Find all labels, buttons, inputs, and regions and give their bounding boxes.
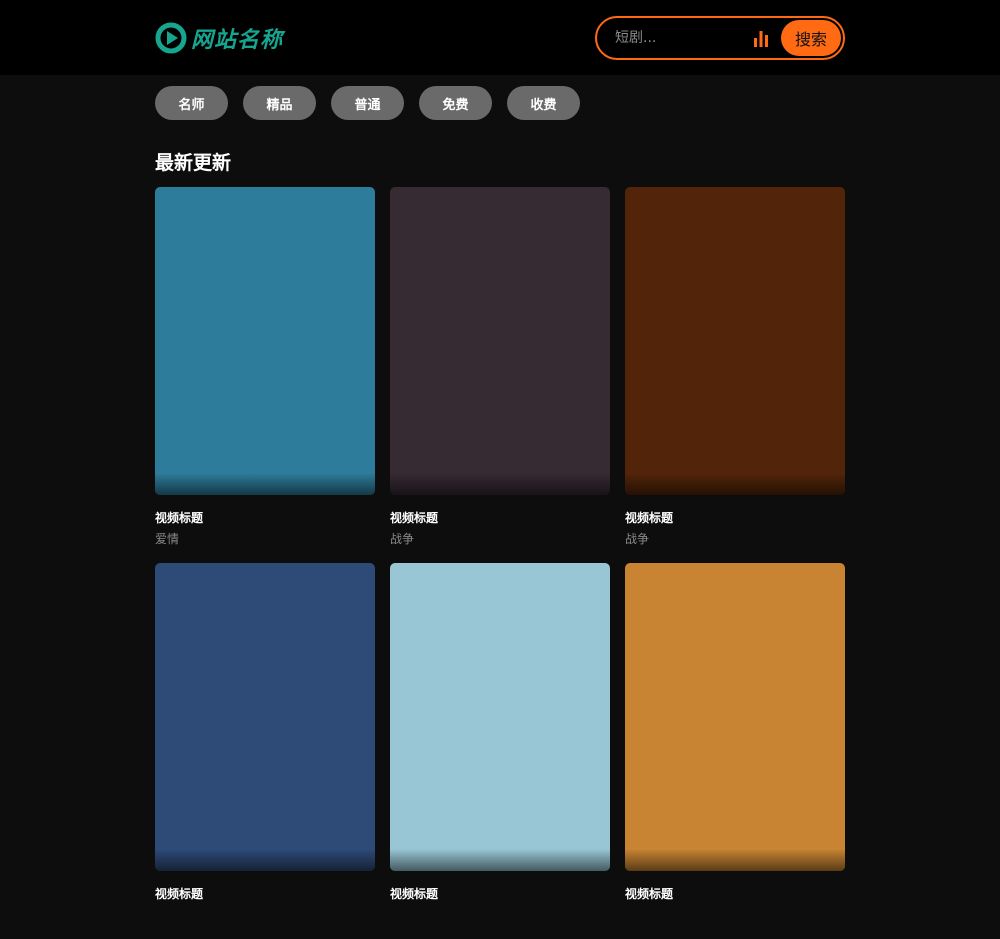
video-genre [390, 907, 610, 923]
search-button[interactable]: 搜索 [781, 20, 841, 56]
video-title[interactable]: 视频标题 [155, 886, 375, 902]
section-title: 最新更新 [155, 152, 232, 174]
tag-mianfei[interactable]: 免费 [419, 86, 492, 120]
tag-mingshi[interactable]: 名师 [155, 86, 228, 120]
site-name: 网站名称 [191, 28, 284, 53]
video-poster[interactable] [625, 187, 845, 495]
video-title[interactable]: 视频标题 [390, 510, 610, 526]
video-card[interactable]: 视频标题 爱情 [155, 187, 375, 563]
video-poster[interactable] [155, 187, 375, 495]
video-card[interactable]: 视频标题 战争 [390, 187, 610, 563]
video-poster[interactable] [625, 563, 845, 871]
video-title[interactable]: 视频标题 [625, 886, 845, 902]
video-grid: 视频标题 爱情 视频标题 战争 视频标题 战争 视频标题 视频标题 视频标题 [155, 187, 845, 939]
search-input[interactable] [615, 28, 745, 48]
video-title[interactable]: 视频标题 [390, 886, 610, 902]
tag-shoufei[interactable]: 收费 [507, 86, 580, 120]
search-box: 搜索 [595, 16, 845, 60]
video-genre [155, 907, 375, 923]
video-poster[interactable] [390, 187, 610, 495]
video-genre: 战争 [390, 532, 415, 546]
video-card[interactable]: 视频标题 [390, 563, 610, 939]
video-genre: 爱情 [155, 532, 180, 546]
video-card[interactable]: 视频标题 [155, 563, 375, 939]
play-logo-icon [155, 22, 187, 54]
video-genre [625, 907, 845, 923]
video-card[interactable]: 视频标题 战争 [625, 187, 845, 563]
bar-chart-icon[interactable] [753, 29, 769, 47]
site-logo[interactable]: 网站名称 [155, 22, 283, 54]
video-genre: 战争 [625, 532, 650, 546]
tag-putong[interactable]: 普通 [331, 86, 404, 120]
video-poster[interactable] [155, 563, 375, 871]
video-poster[interactable] [390, 563, 610, 871]
video-card[interactable]: 视频标题 [625, 563, 845, 939]
tag-jingpin[interactable]: 精品 [243, 86, 316, 120]
video-title[interactable]: 视频标题 [155, 510, 375, 526]
video-title[interactable]: 视频标题 [625, 510, 845, 526]
site-header: 网站名称 搜索 [0, 0, 1000, 75]
category-tags: 名师 精品 普通 免费 收费 [155, 86, 580, 120]
